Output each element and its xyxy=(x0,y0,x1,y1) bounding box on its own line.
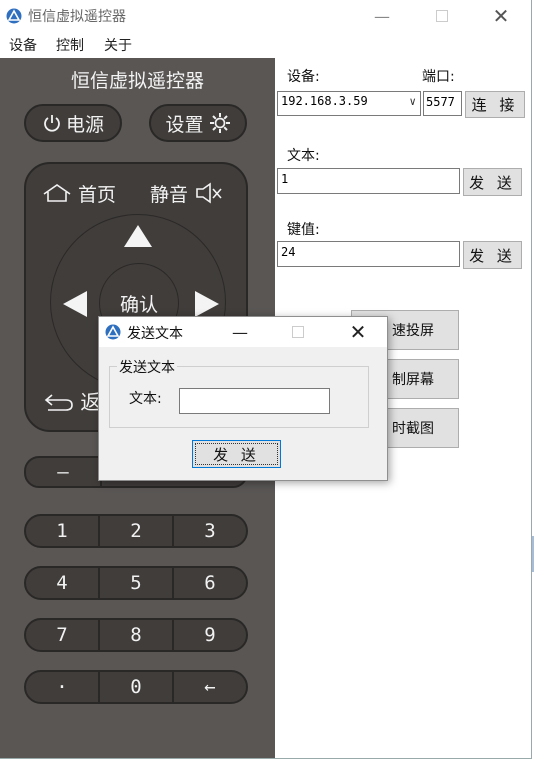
power-icon xyxy=(44,115,60,132)
text-send-button[interactable]: 发 送 xyxy=(463,168,522,196)
key-9[interactable]: 9 xyxy=(174,620,246,650)
volume-down-label: — xyxy=(57,461,69,483)
key-7[interactable]: 7 xyxy=(26,620,100,650)
settings-button[interactable]: 设置 xyxy=(149,104,247,142)
app-icon xyxy=(6,8,22,24)
mute-label: 静音 xyxy=(150,184,189,206)
key-send-button[interactable]: 发 送 xyxy=(463,241,522,269)
up-arrow-button[interactable] xyxy=(124,225,152,247)
back-icon xyxy=(44,394,73,411)
keypad-row-4: · 0 ← xyxy=(24,670,248,704)
maximize-button[interactable] xyxy=(419,0,465,32)
close-icon: ✕ xyxy=(349,320,367,344)
key-5[interactable]: 5 xyxy=(100,568,174,598)
text-label: 文本: xyxy=(287,148,320,164)
power-button[interactable]: 电源 xyxy=(24,104,122,142)
home-button[interactable]: 首页 xyxy=(42,180,116,207)
ip-value: 192.168.3.59 xyxy=(281,94,368,108)
window-title: 恒信虚拟遥控器 xyxy=(28,9,126,25)
key-3[interactable]: 3 xyxy=(174,516,246,546)
gear-icon xyxy=(209,113,230,133)
close-button[interactable]: ✕ xyxy=(478,0,524,32)
settings-label: 设置 xyxy=(165,113,204,136)
port-label: 端口: xyxy=(422,69,455,85)
title-bar: 恒信虚拟遥控器 — ✕ xyxy=(0,0,532,32)
text-field[interactable]: 1 xyxy=(277,168,460,194)
key-8[interactable]: 8 xyxy=(100,620,174,650)
minimize-icon: — xyxy=(374,6,390,26)
maximize-icon xyxy=(436,10,448,22)
dialog-text-label: 文本: xyxy=(129,391,162,407)
power-label: 电源 xyxy=(65,113,104,136)
mute-icon xyxy=(196,182,222,204)
home-icon xyxy=(43,184,71,202)
ok-label: 确认 xyxy=(119,293,158,316)
dialog-maximize-button[interactable] xyxy=(275,317,321,347)
chevron-down-icon: ∨ xyxy=(409,95,416,108)
menu-control[interactable]: 控制 xyxy=(56,35,84,55)
minimize-button[interactable]: — xyxy=(359,0,405,32)
volume-down-button[interactable]: — xyxy=(26,458,102,486)
dialog-close-button[interactable]: ✕ xyxy=(335,317,381,347)
keypad-row-3: 7 8 9 xyxy=(24,618,248,652)
dialog-title-bar: 发送文本 — ✕ xyxy=(99,317,387,347)
close-icon: ✕ xyxy=(492,4,510,28)
remote-title: 恒信虚拟遥控器 xyxy=(70,70,204,92)
key-1[interactable]: 1 xyxy=(26,516,100,546)
keypad-row-1: 1 2 3 xyxy=(24,514,248,548)
back-button[interactable]: 返 xyxy=(44,386,100,415)
send-text-dialog: 发送文本 — ✕ 发送文本 文本: 发 送 xyxy=(98,316,388,481)
dialog-text-field[interactable] xyxy=(179,388,330,414)
mute-button[interactable]: 静音 xyxy=(150,180,224,207)
key-0[interactable]: 0 xyxy=(100,672,174,702)
ip-select[interactable]: 192.168.3.59 ∨ xyxy=(277,91,421,116)
key-backspace[interactable]: ← xyxy=(174,672,246,702)
minimize-icon: — xyxy=(232,322,248,342)
key-2[interactable]: 2 xyxy=(100,516,174,546)
keypad-row-2: 4 5 6 xyxy=(24,566,248,600)
dialog-app-icon xyxy=(105,324,121,340)
dialog-minimize-button[interactable]: — xyxy=(217,317,263,347)
key-dot[interactable]: · xyxy=(26,672,100,702)
device-label: 设备: xyxy=(287,69,320,85)
port-field[interactable]: 5577 xyxy=(423,91,462,116)
left-arrow-button[interactable] xyxy=(63,291,87,317)
dialog-send-button[interactable]: 发 送 xyxy=(192,440,281,468)
right-arrow-button[interactable] xyxy=(195,291,219,317)
menu-bar: 设备 控制 关于 xyxy=(0,32,532,58)
menu-about[interactable]: 关于 xyxy=(104,35,132,55)
connect-button[interactable]: 连 接 xyxy=(465,91,525,118)
group-legend: 发送文本 xyxy=(117,357,177,377)
key-4[interactable]: 4 xyxy=(26,568,100,598)
maximize-icon xyxy=(292,326,304,338)
key-value-label: 键值: xyxy=(287,222,320,238)
key-value-field[interactable]: 24 xyxy=(277,241,460,267)
home-label: 首页 xyxy=(78,184,117,206)
key-6[interactable]: 6 xyxy=(174,568,246,598)
dialog-title: 发送文本 xyxy=(127,326,183,342)
menu-device[interactable]: 设备 xyxy=(9,35,37,55)
